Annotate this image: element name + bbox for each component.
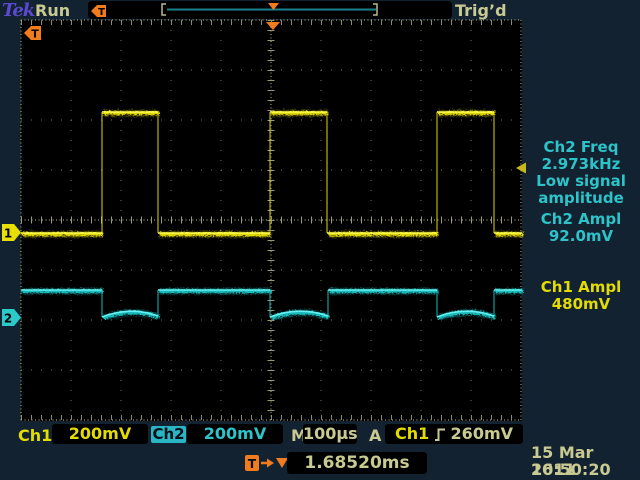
graticule-grid xyxy=(21,20,521,420)
ch1-label: Ch1 xyxy=(18,426,52,445)
trigger-position-icon xyxy=(266,22,280,30)
ch1-trace-edges xyxy=(102,112,494,233)
ch1-trace-core xyxy=(21,112,522,233)
ch1-ampl-value: 480mV xyxy=(522,296,640,313)
ch2-ampl-measurement: Ch2 Ampl 92.0mV xyxy=(522,211,640,245)
trigger-time-flag-icon xyxy=(24,26,41,40)
delay-trigger-icon-label: T xyxy=(248,457,257,471)
delay-time-readout: 1.68520ms xyxy=(287,452,427,474)
tek-logo: Tek xyxy=(2,0,34,21)
graticule-area xyxy=(21,20,522,421)
waveform-traces xyxy=(21,112,522,317)
ch2-freq-title: Ch2 Freq xyxy=(522,139,640,156)
record-preview-bar xyxy=(88,1,452,19)
timebase-readout: 100µs xyxy=(303,424,357,444)
ch1-trace xyxy=(21,112,522,233)
rising-edge-icon xyxy=(434,427,446,442)
ch1-scale-readout: 200mV xyxy=(52,424,148,444)
ch2-ampl-title: Ch2 Ampl xyxy=(522,211,640,228)
ch2-trace xyxy=(21,290,522,317)
warning-line1: Low signal xyxy=(522,173,640,190)
trigger-time-flag-label: T xyxy=(31,28,39,41)
ch2-trace-core xyxy=(21,290,522,317)
ch2-ground-marker xyxy=(2,309,21,326)
ch2-trace-glow xyxy=(21,290,522,317)
ch2-ground-marker-label: 2 xyxy=(4,312,12,326)
delay-arrow-head-icon xyxy=(267,459,274,468)
ch2-label: Ch2 xyxy=(151,426,186,443)
ch2-ampl-value: 92.0mV xyxy=(522,228,640,245)
trigger-mode-label: A xyxy=(369,426,381,445)
ch2-scale-readout: 200mV xyxy=(187,424,283,444)
ch1-ampl-measurement: Ch1 Ampl 480mV xyxy=(522,279,640,313)
warning-line2: amplitude xyxy=(522,190,640,207)
delay-trigger-icon xyxy=(245,455,259,471)
ch2-freq-value: 2.973kHz xyxy=(522,156,640,173)
trigger-level: 260mV xyxy=(451,424,513,444)
trigger-status: Trig’d xyxy=(455,1,507,20)
ch1-ground-marker xyxy=(2,224,21,241)
ch1-ground-marker-label: 1 xyxy=(4,227,12,241)
ch1-ampl-title: Ch1 Ampl xyxy=(522,279,640,296)
acquisition-status: Run xyxy=(35,1,70,20)
ch1-trace-glow xyxy=(21,112,522,233)
oscilloscope-screen: T T 1 2 T Tek Run Trig’d Ch2 Freq 2.973k… xyxy=(0,0,640,480)
trigger-readout: Ch1 260mV xyxy=(385,424,523,444)
ch2-trace-edges xyxy=(102,290,494,317)
ch2-freq-measurement: Ch2 Freq 2.973kHz Low signal amplitude xyxy=(522,139,640,207)
clock-display: 16:50:20 xyxy=(531,461,611,478)
trigger-source: Ch1 xyxy=(395,424,429,444)
